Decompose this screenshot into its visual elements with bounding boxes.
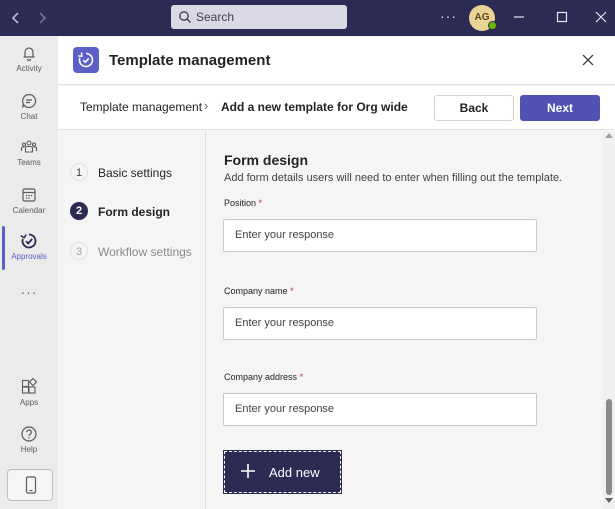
rail-item-approvals[interactable]: Approvals xyxy=(0,232,58,278)
maximize-icon[interactable] xyxy=(555,10,569,24)
scroll-up-arrow-icon[interactable] xyxy=(605,133,613,138)
field-label-text: Company name xyxy=(224,286,288,296)
chat-icon xyxy=(21,93,37,109)
add-new-button[interactable]: Add new xyxy=(223,450,342,494)
rail-label-chat: Chat xyxy=(20,112,38,121)
next-button[interactable]: Next xyxy=(520,95,600,121)
step-label: Form design xyxy=(98,205,171,219)
back-arrow-icon[interactable] xyxy=(7,9,25,27)
step-number: 3 xyxy=(70,242,88,260)
form-scrollbar[interactable] xyxy=(603,131,615,509)
required-marker: * xyxy=(290,286,294,296)
field-label-position: Position * xyxy=(224,198,262,208)
app-header: Template management xyxy=(58,37,615,85)
rail-item-chat[interactable]: Chat xyxy=(0,92,58,138)
approvals-icon xyxy=(78,52,94,68)
help-icon xyxy=(21,426,37,442)
rail-more-icon[interactable]: ··· xyxy=(0,284,58,300)
scroll-down-arrow-icon[interactable] xyxy=(605,498,613,503)
field-label-text: Company address xyxy=(224,372,298,382)
step-number: 2 xyxy=(70,202,88,220)
rail-label-teams: Teams xyxy=(17,158,41,167)
field-label-text: Position xyxy=(224,198,257,208)
rail-item-activity[interactable]: Activity xyxy=(0,44,58,90)
step-label: Basic settings xyxy=(98,166,173,180)
rail-item-teams[interactable]: Teams xyxy=(0,138,58,184)
apps-icon xyxy=(21,378,38,394)
required-marker: * xyxy=(258,198,263,208)
rail-item-calendar[interactable]: Calendar xyxy=(0,186,58,232)
company-name-input[interactable]: Enter your response xyxy=(223,307,537,340)
search-icon xyxy=(179,11,191,23)
bell-icon xyxy=(23,47,35,62)
presence-available-icon xyxy=(488,21,497,30)
rail-item-help[interactable]: Help xyxy=(0,425,58,471)
form-title: Form design xyxy=(224,152,309,168)
page-title: Template management xyxy=(109,52,271,69)
search-placeholder: Search xyxy=(196,10,235,24)
back-button[interactable]: Back xyxy=(434,95,514,121)
close-icon[interactable] xyxy=(580,52,596,68)
calendar-icon xyxy=(22,188,36,202)
window-close-icon[interactable] xyxy=(594,10,608,24)
breadcrumb-current: Add a new template for Org wide xyxy=(221,100,408,114)
mobile-phone-icon xyxy=(25,476,37,494)
minimize-icon[interactable] xyxy=(512,10,526,24)
wizard-steps: 1 Basic settings 2 Form design 3 Workflo… xyxy=(58,131,206,509)
rail-label-approvals: Approvals xyxy=(11,252,47,261)
form-design-panel: Form design Add form details users will … xyxy=(207,131,603,509)
step-number: 1 xyxy=(70,163,88,181)
rail-label-calendar: Calendar xyxy=(12,206,46,215)
rail-label-activity: Activity xyxy=(16,64,42,73)
search-box[interactable]: Search xyxy=(171,5,347,29)
add-new-label: Add new xyxy=(269,465,320,480)
app-logo xyxy=(73,47,99,73)
rail-label-apps: Apps xyxy=(19,398,39,407)
forward-arrow-icon[interactable] xyxy=(33,9,51,27)
breadcrumb-root-link[interactable]: Template management xyxy=(80,100,202,114)
app-rail: Activity Chat Teams Calendar Approvals ·… xyxy=(0,36,58,509)
form-description: Add form details users will need to ente… xyxy=(224,172,563,184)
mobile-download-button[interactable] xyxy=(7,469,53,501)
rail-label-help: Help xyxy=(20,445,38,454)
plus-icon xyxy=(241,464,255,478)
breadcrumb-bar: Template management › Add a new template… xyxy=(58,86,615,130)
step-label: Workflow settings xyxy=(98,245,192,259)
rail-item-apps[interactable]: Apps xyxy=(0,378,58,424)
field-label-company-address: Company address * xyxy=(224,372,303,382)
approvals-icon xyxy=(20,233,37,249)
position-input[interactable]: Enter your response xyxy=(223,219,537,252)
required-marker: * xyxy=(299,372,304,382)
company-address-input[interactable]: Enter your response xyxy=(223,393,537,426)
scroll-thumb[interactable] xyxy=(606,399,612,495)
teams-icon xyxy=(20,140,38,153)
title-bar: Search ··· AG xyxy=(0,0,615,36)
chevron-right-icon: › xyxy=(204,98,209,113)
field-label-company-name: Company name * xyxy=(224,286,294,296)
more-options-icon[interactable]: ··· xyxy=(440,8,457,24)
